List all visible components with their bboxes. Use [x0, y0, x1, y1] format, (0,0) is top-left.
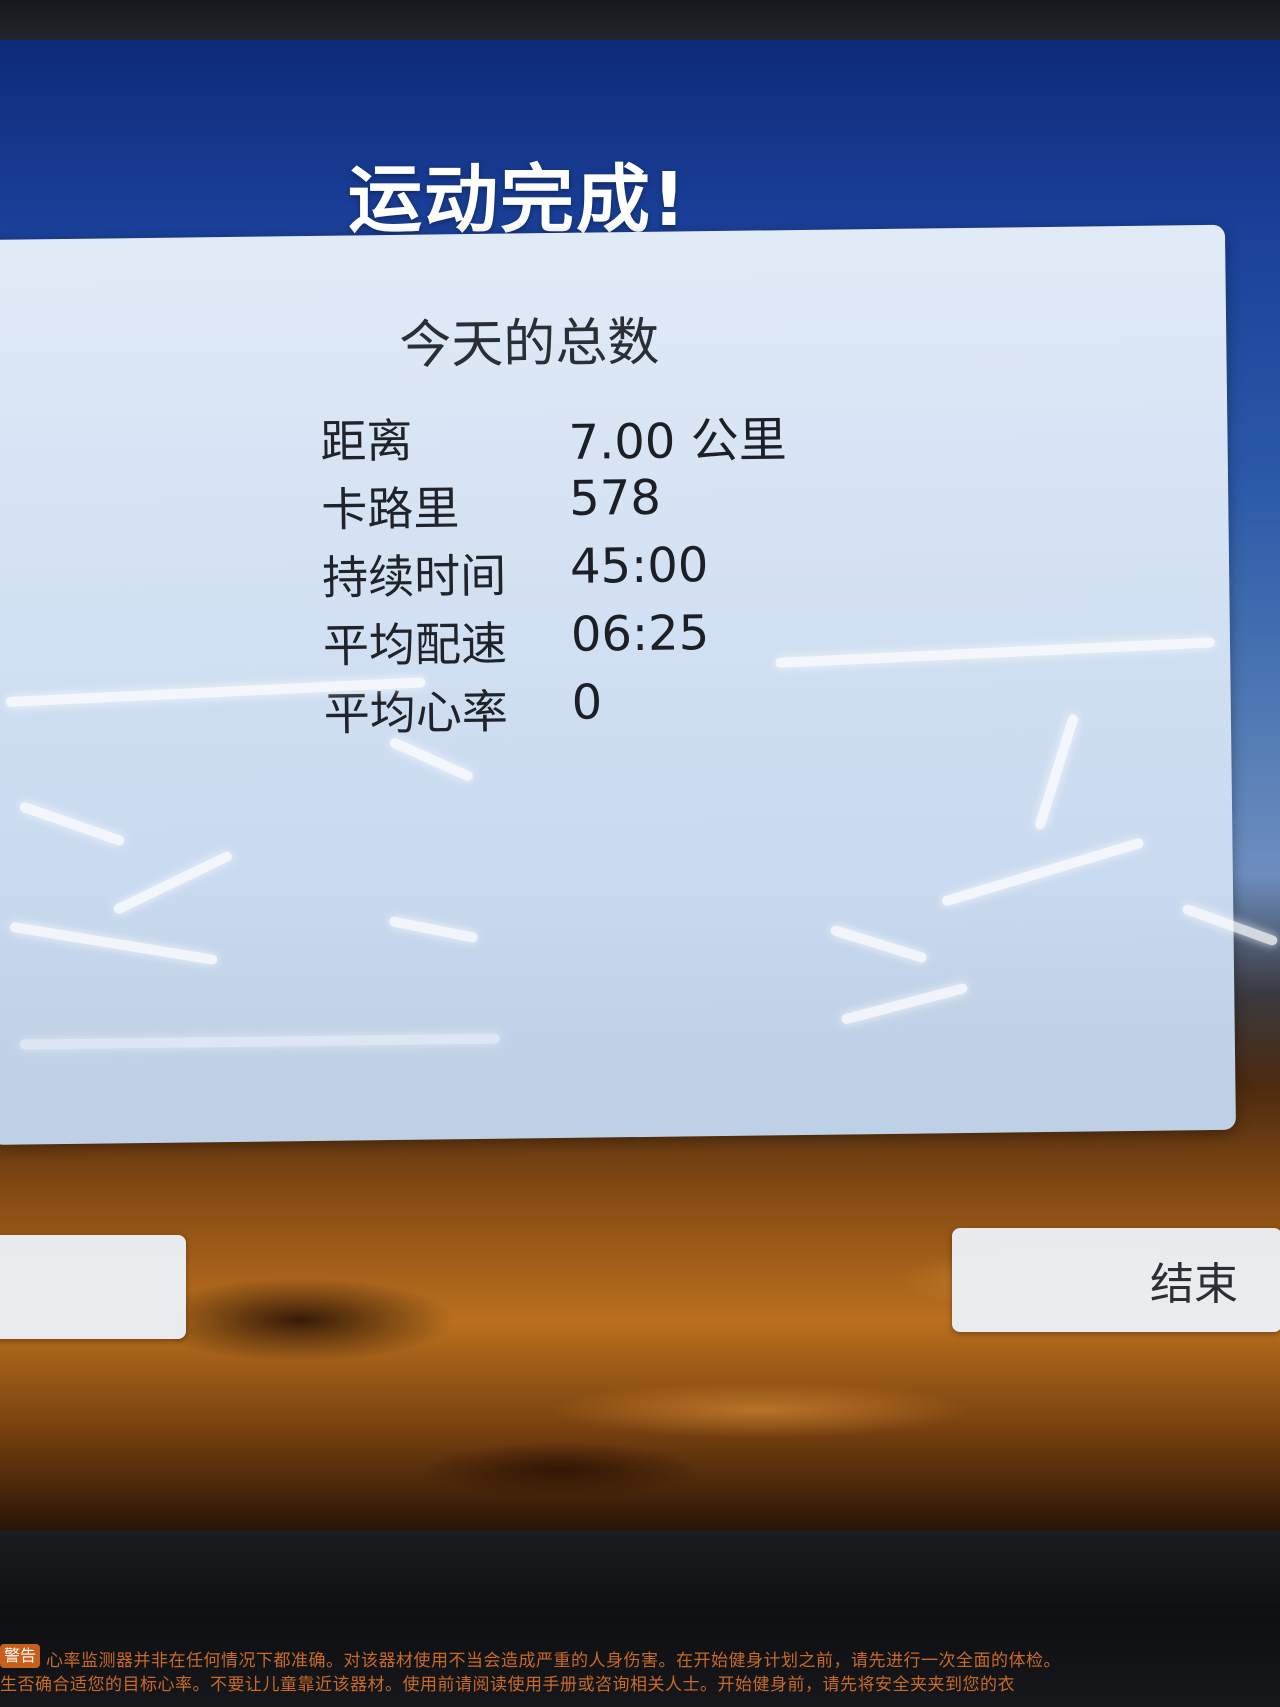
stat-value: 578: [568, 469, 662, 527]
stat-row-avg-pace: 平均配速 06:25: [323, 603, 844, 677]
stat-row-duration: 持续时间 45:00: [322, 535, 843, 609]
light-reflection: [9, 921, 219, 966]
end-button-label: 结束: [1150, 1259, 1238, 1310]
summary-panel: 今天的总数 距离 7.00 公里 卡路里 578 持续时间 45:00 平均配速…: [0, 224, 1236, 1145]
left-button[interactable]: 夹: [0, 1235, 186, 1339]
end-button[interactable]: 结束: [952, 1228, 1280, 1332]
stat-label: 卡路里: [320, 481, 460, 537]
light-reflection: [1033, 713, 1080, 831]
stat-row-calories: 卡路里 578: [321, 468, 842, 542]
stat-label: 持续时间: [321, 548, 507, 605]
light-reflection: [829, 924, 928, 964]
stat-label: 距离: [320, 413, 413, 469]
warning-text-line: 生否确合适您的目标心率。不要让儿童靠近该器材。使用前请阅读使用手册或咨询相关人士…: [0, 1675, 1015, 1695]
warning-label: 警告 心率监测器并非在任何情况下都准确。对该器材使用不当会造成严重的人身伤害。在…: [0, 1640, 1280, 1707]
stat-value: 06:25: [570, 605, 710, 663]
stat-value: 45:00: [569, 537, 709, 595]
light-reflection: [18, 801, 126, 847]
light-reflection: [19, 1033, 500, 1050]
light-reflection: [840, 982, 969, 1026]
light-reflection: [112, 849, 234, 916]
summary-heading: 今天的总数: [398, 312, 660, 376]
stats-list: 距离 7.00 公里 卡路里 578 持续时间 45:00 平均配速 06:25…: [320, 400, 844, 746]
stat-value: 0: [571, 674, 603, 731]
light-reflection: [388, 915, 479, 944]
light-reflection: [940, 837, 1145, 908]
stat-value: 7.00 公里: [568, 412, 787, 471]
stat-row-distance: 距离 7.00 公里: [320, 400, 841, 474]
stat-label: 平均配速: [322, 616, 508, 673]
warning-text-line: 心率监测器并非在任何情况下都准确。对该器材使用不当会造成严重的人身伤害。在开始健…: [46, 1651, 1061, 1671]
warning-badge: 警告: [0, 1644, 40, 1668]
